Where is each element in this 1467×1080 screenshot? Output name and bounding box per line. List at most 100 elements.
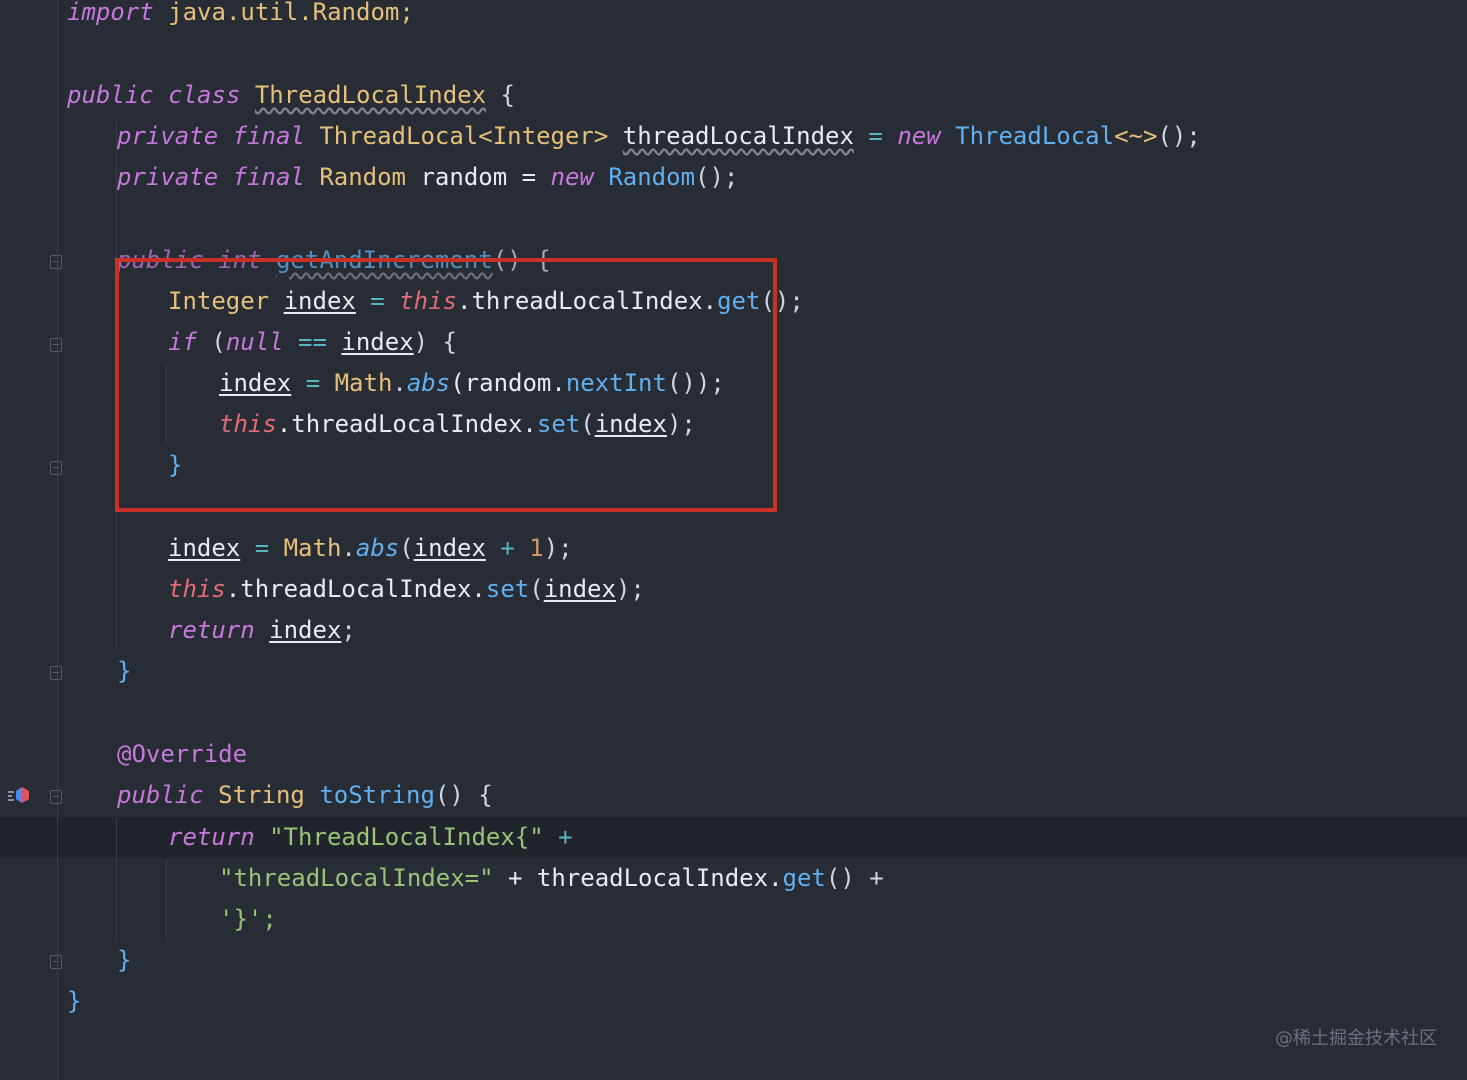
field-name: random = <box>406 163 551 191</box>
punctuation: . <box>341 534 356 562</box>
keyword: public <box>117 781 204 809</box>
keyword: final <box>232 163 305 191</box>
punctuation: (); <box>695 163 739 191</box>
keyword: private <box>117 163 219 191</box>
override-gutter-icon[interactable] <box>8 786 30 806</box>
punctuation: () { <box>434 781 493 809</box>
punctuation: . <box>392 369 407 397</box>
field-access: .threadLocalIndex. <box>276 410 537 438</box>
operator: = <box>853 122 898 150</box>
string-literal: "threadLocalIndex=" <box>219 864 494 892</box>
punctuation: ( <box>529 575 544 603</box>
field-access: + threadLocalIndex. <box>493 864 783 892</box>
method-name: toString <box>319 781 435 809</box>
fold-icon[interactable] <box>50 255 62 269</box>
fold-icon[interactable] <box>50 955 62 969</box>
variable: index <box>219 369 292 397</box>
keyword: return <box>168 823 255 851</box>
char-literal: '}'; <box>219 905 277 933</box>
keyword: null <box>225 328 284 356</box>
keyword: if <box>168 328 197 356</box>
code-line-close-tostring: } <box>117 940 131 981</box>
type: String <box>218 781 305 809</box>
code-line-get-index: Integer index = this.threadLocalIndex.ge… <box>168 281 804 322</box>
punctuation: ; <box>341 616 356 644</box>
code-editor[interactable]: import java.util.Random; public class Th… <box>0 0 1467 1080</box>
punctuation: ); <box>543 534 573 562</box>
keyword: this <box>219 410 277 438</box>
operator: + <box>543 823 573 851</box>
indent-guide <box>116 818 117 942</box>
constructor: ThreadLocal <box>955 122 1115 150</box>
fold-icon[interactable] <box>50 338 62 352</box>
variable: index <box>168 534 241 562</box>
type: Math <box>334 369 393 397</box>
keyword: this <box>399 287 458 315</box>
type: <~> <box>1114 122 1158 150</box>
brace: } <box>117 657 132 685</box>
method-call: get <box>782 864 826 892</box>
keyword: private <box>117 122 219 150</box>
type: Random <box>319 163 407 191</box>
fold-icon[interactable] <box>50 666 62 680</box>
punctuation: { <box>486 81 515 109</box>
import-path: java.util.Random; <box>153 0 414 26</box>
keyword: public <box>67 81 154 109</box>
indent-guide <box>166 860 167 942</box>
punctuation: (); <box>760 287 804 315</box>
method-call: abs <box>406 369 451 397</box>
type: Integer <box>168 287 270 315</box>
code-line-field-threadlocal: private final ThreadLocal<Integer> threa… <box>117 116 1201 157</box>
operator: = <box>291 369 335 397</box>
variable: index <box>413 534 486 562</box>
type: ThreadLocal <box>319 122 479 150</box>
code-line-return-string: return "ThreadLocalIndex{" + <box>168 817 573 858</box>
string-literal: "ThreadLocalIndex{" <box>269 823 544 851</box>
type: Math <box>283 534 342 562</box>
method-call: get <box>717 287 761 315</box>
variable: index <box>283 287 356 315</box>
constructor: Random <box>608 163 696 191</box>
code-line-concat: "threadLocalIndex=" + threadLocalIndex.g… <box>219 858 884 899</box>
field-access: (random. <box>450 369 566 397</box>
punctuation: (); <box>1157 122 1201 150</box>
punctuation: ( <box>580 410 595 438</box>
code-line-override: @Override <box>117 734 247 775</box>
fold-icon[interactable] <box>50 461 62 475</box>
code-line-increment: index = Math.abs(index + 1); <box>168 528 573 569</box>
operator: = <box>355 287 400 315</box>
punctuation: () { <box>492 246 551 274</box>
keyword: final <box>232 122 305 150</box>
keyword: new <box>550 163 594 191</box>
variable: index <box>594 410 667 438</box>
operator: + <box>485 534 530 562</box>
punctuation: ( <box>196 328 226 356</box>
keyword: public <box>117 246 204 274</box>
gutter-divider <box>57 0 58 1080</box>
code-line-if: if (null == index) { <box>168 322 457 363</box>
brace: } <box>67 987 82 1015</box>
punctuation: ); <box>666 410 696 438</box>
code-line-close-method: } <box>117 651 131 692</box>
code-line-set-index-2: this.threadLocalIndex.set(index); <box>168 569 645 610</box>
indent-guide <box>166 365 167 445</box>
keyword: int <box>218 246 262 274</box>
annotation: @Override <box>117 740 248 768</box>
method-call: set <box>485 575 530 603</box>
punctuation: ) { <box>413 328 458 356</box>
operator: = <box>240 534 284 562</box>
keyword: return <box>168 616 255 644</box>
brace: } <box>168 451 183 479</box>
fold-icon[interactable] <box>50 790 62 804</box>
code-line-random-index: index = Math.abs(random.nextInt()); <box>219 363 725 404</box>
code-line-class-decl: public class ThreadLocalIndex { <box>67 75 515 116</box>
field-access: .threadLocalIndex. <box>457 287 718 315</box>
code-line-return-index: return index; <box>168 610 356 651</box>
keyword: this <box>168 575 226 603</box>
method-call: nextInt <box>565 369 667 397</box>
code-line-method-decl: public int getAndIncrement() { <box>117 240 551 281</box>
code-line-close-if: } <box>168 445 182 486</box>
code-line-close-class: } <box>67 981 81 1022</box>
keyword: import <box>67 0 154 26</box>
type: <Integer> <box>478 122 609 150</box>
